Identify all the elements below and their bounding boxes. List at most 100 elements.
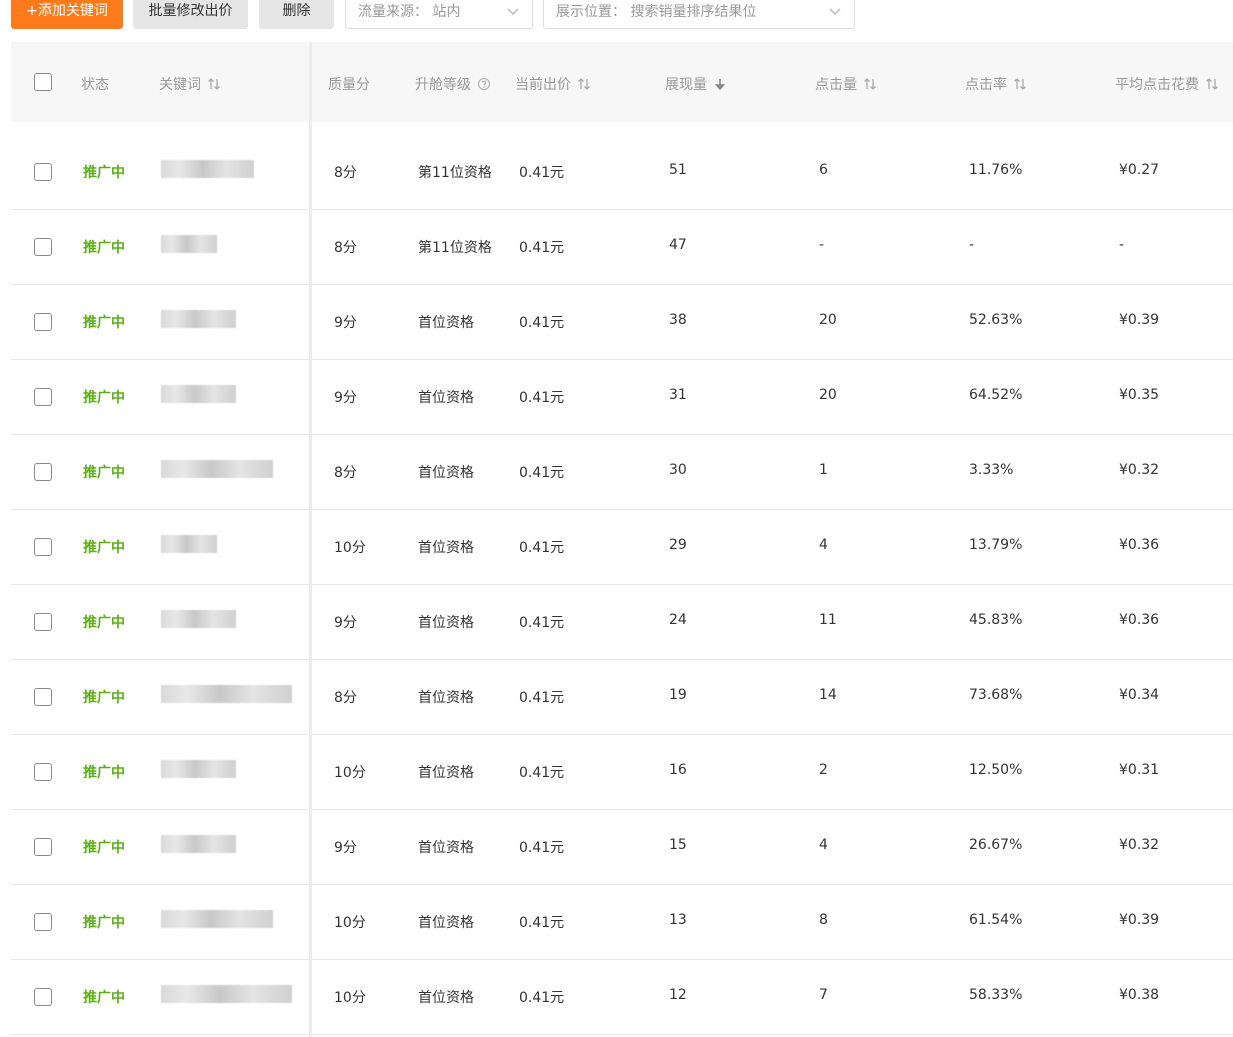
quality-score-cell: 10分	[334, 915, 366, 931]
avg-cpc-cell: ¥0.32	[1119, 462, 1160, 478]
table-row: 推广中 9分 首位资格 0.41元 15 4 26.67% ¥0.32	[11, 809, 1233, 885]
toolbar: +添加关键词 批量修改出价 删除 流量来源： 站内 展示位置： 搜索销量排序结果…	[0, 0, 1233, 32]
clicks-cell: 4	[819, 837, 828, 853]
display-position-select[interactable]: 展示位置： 搜索销量排序结果位	[543, 0, 855, 29]
keyword-cell-redacted	[161, 910, 273, 928]
rank-level-cell: 第11位资格	[418, 240, 492, 256]
ctr-cell: 64.52%	[969, 387, 1023, 403]
quality-score-cell: 9分	[334, 390, 357, 406]
chevron-down-icon	[507, 8, 519, 16]
display-position-value: 展示位置： 搜索销量排序结果位	[556, 4, 757, 20]
table-row: 推广中 8分 首位资格 0.41元 30 1 3.33% ¥0.32	[11, 434, 1233, 510]
quality-score-cell: 10分	[334, 540, 366, 556]
avg-cpc-cell: ¥0.35	[1119, 387, 1160, 403]
header-avg-cpc-label: 平均点击花费	[1115, 77, 1199, 93]
traffic-source-select[interactable]: 流量来源： 站内	[345, 0, 533, 29]
ctr-cell: 61.54%	[969, 912, 1023, 928]
avg-cpc-cell: ¥0.38	[1119, 987, 1160, 1003]
header-impressions[interactable]: 展现量	[665, 74, 727, 94]
header-ctr-label: 点击率	[965, 77, 1007, 93]
keyword-cell-redacted	[161, 460, 273, 478]
row-checkbox[interactable]	[34, 763, 52, 781]
row-checkbox[interactable]	[34, 463, 52, 481]
ctr-cell: 58.33%	[969, 987, 1023, 1003]
impressions-cell: 13	[669, 912, 687, 928]
status-badge: 推广中	[83, 465, 125, 481]
avg-cpc-cell: -	[1119, 237, 1125, 253]
current-bid-cell: 0.41元	[519, 540, 565, 556]
header-ctr[interactable]: 点击率	[965, 74, 1027, 94]
header-keyword[interactable]: 关键词	[159, 74, 221, 94]
ctr-cell: 11.76%	[969, 162, 1023, 178]
sort-arrows-icon[interactable]	[577, 77, 591, 91]
rank-level-cell: 第11位资格	[418, 165, 492, 181]
delete-button[interactable]: 删除	[259, 0, 334, 29]
header-current-bid[interactable]: 当前出价	[515, 74, 591, 94]
current-bid-cell: 0.41元	[519, 240, 565, 256]
status-badge: 推广中	[83, 165, 125, 181]
table-row: 推广中 9分 首位资格 0.41元 31 20 64.52% ¥0.35	[11, 359, 1233, 435]
frozen-column-divider	[309, 42, 312, 1037]
chevron-down-icon	[829, 8, 841, 16]
row-checkbox[interactable]	[34, 913, 52, 931]
impressions-cell: 47	[669, 237, 687, 253]
sort-arrows-icon[interactable]	[207, 77, 221, 91]
clicks-cell: 20	[819, 387, 837, 403]
row-checkbox[interactable]	[34, 313, 52, 331]
keyword-cell-redacted	[161, 610, 236, 628]
rank-level-cell: 首位资格	[418, 315, 474, 331]
header-quality: 质量分	[328, 77, 370, 93]
header-keyword-label: 关键词	[159, 77, 201, 93]
ctr-cell: 12.50%	[969, 762, 1023, 778]
quality-score-cell: 8分	[334, 465, 357, 481]
ctr-cell: -	[969, 237, 975, 253]
rank-level-cell: 首位资格	[418, 840, 474, 856]
select-all-checkbox[interactable]	[34, 73, 52, 91]
avg-cpc-cell: ¥0.31	[1119, 762, 1160, 778]
row-checkbox[interactable]	[34, 163, 52, 181]
row-checkbox[interactable]	[34, 388, 52, 406]
row-checkbox[interactable]	[34, 838, 52, 856]
keyword-cell-redacted	[161, 760, 236, 778]
rank-level-cell: 首位资格	[418, 540, 474, 556]
header-clicks[interactable]: 点击量	[815, 74, 877, 94]
header-rank-level: 升舱等级	[415, 74, 491, 94]
quality-score-cell: 8分	[334, 690, 357, 706]
ctr-cell: 13.79%	[969, 537, 1023, 553]
clicks-cell: 6	[819, 162, 828, 178]
clicks-cell: 2	[819, 762, 828, 778]
arrow-down-icon[interactable]	[713, 77, 727, 91]
header-impressions-label: 展现量	[665, 77, 707, 93]
keyword-cell-redacted	[161, 235, 217, 253]
impressions-cell: 31	[669, 387, 687, 403]
add-keyword-button[interactable]: +添加关键词	[11, 0, 123, 29]
sort-arrows-icon[interactable]	[1205, 77, 1219, 91]
header-current-bid-label: 当前出价	[515, 77, 571, 93]
status-badge: 推广中	[83, 315, 125, 331]
batch-modify-bid-button[interactable]: 批量修改出价	[133, 0, 248, 29]
quality-score-cell: 9分	[334, 615, 357, 631]
rank-level-cell: 首位资格	[418, 915, 474, 931]
keyword-cell-redacted	[161, 535, 217, 553]
impressions-cell: 19	[669, 687, 687, 703]
keyword-cell-redacted	[161, 385, 236, 403]
impressions-cell: 12	[669, 987, 687, 1003]
current-bid-cell: 0.41元	[519, 165, 565, 181]
header-clicks-label: 点击量	[815, 77, 857, 93]
keyword-cell-redacted	[161, 160, 254, 178]
help-circle-icon[interactable]	[477, 77, 491, 91]
table-row: 推广中 10分 首位资格 0.41元 16 2 12.50% ¥0.31	[11, 734, 1233, 810]
clicks-cell: 20	[819, 312, 837, 328]
impressions-cell: 30	[669, 462, 687, 478]
row-checkbox[interactable]	[34, 988, 52, 1006]
row-checkbox[interactable]	[34, 538, 52, 556]
sort-arrows-icon[interactable]	[863, 77, 877, 91]
row-checkbox[interactable]	[34, 613, 52, 631]
row-checkbox[interactable]	[34, 238, 52, 256]
rank-level-cell: 首位资格	[418, 390, 474, 406]
row-checkbox[interactable]	[34, 688, 52, 706]
sort-arrows-icon[interactable]	[1013, 77, 1027, 91]
clicks-cell: -	[819, 237, 825, 253]
header-avg-cpc[interactable]: 平均点击花费	[1115, 74, 1219, 94]
impressions-cell: 29	[669, 537, 687, 553]
